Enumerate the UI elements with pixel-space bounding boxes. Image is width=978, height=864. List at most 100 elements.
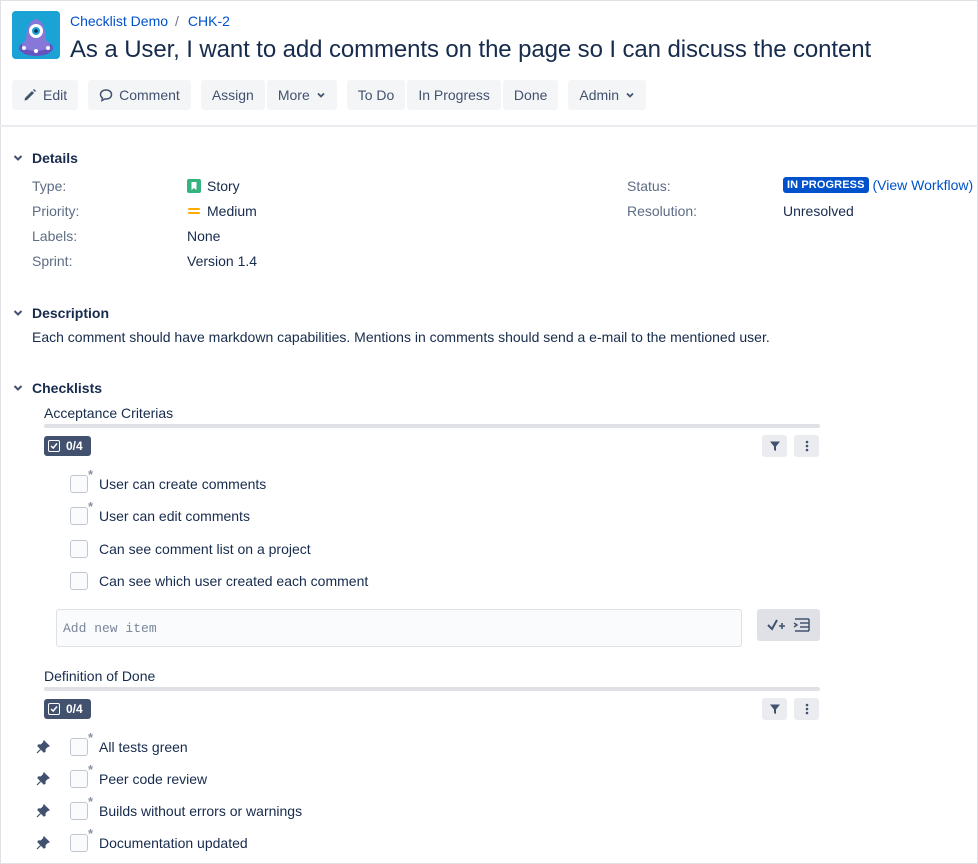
assign-button[interactable]: Assign xyxy=(200,80,265,110)
type-value: Story xyxy=(187,178,240,194)
admin-button[interactable]: Admin xyxy=(568,80,647,110)
pin-icon[interactable] xyxy=(36,772,50,786)
description-section-toggle[interactable]: Description xyxy=(12,305,109,321)
pin-icon[interactable] xyxy=(36,740,50,754)
resolution-value: Unresolved xyxy=(783,203,854,219)
details-section-toggle[interactable]: Details xyxy=(12,150,78,166)
checklist-item: * User can create comments xyxy=(70,468,266,495)
in-progress-button[interactable]: In Progress xyxy=(407,80,501,110)
type-value-text: Story xyxy=(207,178,240,194)
filter-icon xyxy=(769,441,780,451)
header-divider xyxy=(0,125,978,127)
item-text[interactable]: User can edit comments xyxy=(99,508,250,524)
status-label: Status: xyxy=(627,178,671,194)
chevron-down-icon xyxy=(13,155,23,161)
checklists-heading: Checklists xyxy=(32,380,103,396)
mandatory-asterisk-icon: * xyxy=(87,826,93,841)
chevron-down-icon xyxy=(13,310,23,316)
chevron-down-icon xyxy=(626,92,634,98)
status-badge: IN PROGRESS xyxy=(783,177,869,193)
item-checkbox[interactable]: * xyxy=(70,731,93,756)
item-checkbox[interactable] xyxy=(70,540,88,558)
item-checkbox[interactable]: * xyxy=(70,763,93,788)
labels-value: None xyxy=(187,228,221,244)
pencil-icon xyxy=(24,89,36,101)
add-item-actions xyxy=(757,609,820,641)
priority-medium-icon xyxy=(188,208,200,214)
checklist-item: * Builds without errors or warnings xyxy=(70,795,302,822)
checklist-menu-button[interactable] xyxy=(794,698,819,720)
add-checkmark-icon[interactable] xyxy=(766,617,786,633)
checklist-progress-bar xyxy=(44,424,820,428)
pin-icon[interactable] xyxy=(36,804,50,818)
checklist-progress-badge: 0/4 xyxy=(44,699,91,719)
status-value: IN PROGRESS (View Workflow) xyxy=(783,177,973,193)
view-workflow-link[interactable]: (View Workflow) xyxy=(873,177,974,193)
chevron-down-icon xyxy=(317,92,325,98)
breadcrumb-project-link[interactable]: Checklist Demo xyxy=(70,13,168,29)
issue-frame xyxy=(0,0,978,864)
checklists-section-toggle[interactable]: Checklists xyxy=(12,380,102,396)
breadcrumb-separator: / xyxy=(175,13,179,29)
page-title: As a User, I want to add comments on the… xyxy=(70,36,872,63)
speech-bubble-icon xyxy=(99,89,113,102)
item-checkbox[interactable] xyxy=(70,572,88,590)
assign-more-group: Assign More xyxy=(200,80,337,110)
checklist-progress-badge: 0/4 xyxy=(44,436,91,456)
item-text[interactable]: Can see which user created each comment xyxy=(99,573,368,589)
item-checkbox[interactable]: * xyxy=(70,468,93,493)
mandatory-asterisk-icon: * xyxy=(87,467,93,482)
comment-button-label: Comment xyxy=(119,87,180,103)
priority-value: Medium xyxy=(187,203,257,219)
comment-button[interactable]: Comment xyxy=(88,80,191,110)
checklist-title-acceptance: Acceptance Criterias xyxy=(44,405,174,421)
type-label: Type: xyxy=(32,178,67,194)
item-text[interactable]: Can see comment list on a project xyxy=(99,541,311,557)
edit-button-label: Edit xyxy=(43,87,68,103)
checklist-title-dod: Definition of Done xyxy=(44,668,156,684)
sprint-value: Version 1.4 xyxy=(187,253,258,269)
item-text[interactable]: All tests green xyxy=(99,739,188,755)
issue-header: Checklist Demo / CHK-2 As a User, I want… xyxy=(12,10,966,120)
item-checkbox[interactable]: * xyxy=(70,500,93,525)
add-multiline-icon[interactable] xyxy=(793,617,811,633)
checklist-item: * User can edit comments xyxy=(70,500,250,527)
vertical-dots-icon xyxy=(805,440,808,452)
done-button[interactable]: Done xyxy=(502,80,559,110)
details-heading: Details xyxy=(32,150,78,166)
checklist-item: * Documentation updated xyxy=(70,827,248,854)
breadcrumb-issue-key-link[interactable]: CHK-2 xyxy=(188,13,230,29)
transition-group: To Do In Progress Done xyxy=(346,80,559,110)
checklist-item: Can see comment list on a project xyxy=(70,538,311,560)
edit-button[interactable]: Edit xyxy=(12,80,79,110)
item-text[interactable]: Builds without errors or warnings xyxy=(99,803,302,819)
more-button[interactable]: More xyxy=(266,80,337,110)
add-new-item-input[interactable] xyxy=(56,609,742,647)
mandatory-asterisk-icon: * xyxy=(87,730,93,745)
to-do-button[interactable]: To Do xyxy=(346,80,406,110)
mandatory-asterisk-icon: * xyxy=(87,499,93,514)
resolution-label: Resolution: xyxy=(627,203,698,219)
issue-toolbar: Edit Comment Assign More To Do In Progre… xyxy=(12,80,647,110)
checklist-item: * All tests green xyxy=(70,731,188,758)
item-text[interactable]: User can create comments xyxy=(99,476,266,492)
checklist-menu-button[interactable] xyxy=(794,435,819,457)
priority-value-text: Medium xyxy=(207,203,257,219)
item-text[interactable]: Peer code review xyxy=(99,771,207,787)
mandatory-asterisk-icon: * xyxy=(87,762,93,777)
filter-button[interactable] xyxy=(762,698,787,720)
item-checkbox[interactable]: * xyxy=(70,827,93,852)
filter-button[interactable] xyxy=(762,435,787,457)
checklist-item: * Peer code review xyxy=(70,763,207,790)
vertical-dots-icon xyxy=(805,703,808,715)
sprint-label: Sprint: xyxy=(32,253,73,269)
priority-label: Priority: xyxy=(32,203,80,219)
checkbox-icon xyxy=(48,703,60,715)
checklist-progress-text: 0/4 xyxy=(66,702,83,716)
project-avatar[interactable] xyxy=(12,11,60,59)
item-text[interactable]: Documentation updated xyxy=(99,835,248,851)
checkbox-icon xyxy=(48,440,60,452)
description-text[interactable]: Each comment should have markdown capabi… xyxy=(32,329,770,345)
item-checkbox[interactable]: * xyxy=(70,795,93,820)
pin-icon[interactable] xyxy=(36,836,50,850)
